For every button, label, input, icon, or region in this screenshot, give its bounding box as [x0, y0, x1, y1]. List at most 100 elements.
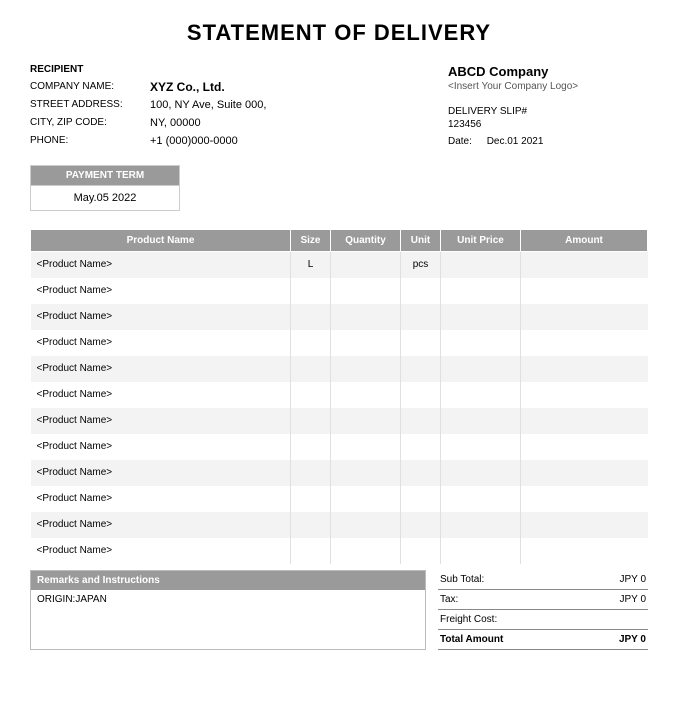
amount-cell [521, 538, 648, 564]
product-name-cell: <Product Name> [31, 356, 291, 382]
phone-label: PHONE: [30, 133, 150, 149]
unit-price-cell [441, 304, 521, 330]
products-table: Product Name Size Quantity Unit Unit Pri… [30, 229, 648, 564]
product-name-cell: <Product Name> [31, 408, 291, 434]
bottom-section: Remarks and Instructions ORIGIN:JAPAN Su… [30, 570, 648, 650]
table-row: <Product Name> [31, 382, 648, 408]
size-cell: L [291, 252, 331, 278]
unit-cell [401, 512, 441, 538]
total-amount-value: JPY 0 [619, 634, 646, 645]
amount-cell [521, 434, 648, 460]
date-value: Dec.01 2021 [487, 136, 544, 147]
unit-price-cell [441, 252, 521, 278]
totals-block: Sub Total: JPY 0 Tax: JPY 0 Freight Cost… [438, 570, 648, 650]
subtotal-value: JPY 0 [620, 574, 647, 585]
amount-cell [521, 486, 648, 512]
unit-cell [401, 278, 441, 304]
unit-price-cell [441, 356, 521, 382]
product-name-cell: <Product Name> [31, 512, 291, 538]
quantity-cell [331, 304, 401, 330]
col-size: Size [291, 230, 331, 252]
date-label: Date: [448, 136, 472, 147]
unit-cell [401, 356, 441, 382]
quantity-cell [331, 460, 401, 486]
size-cell [291, 512, 331, 538]
col-quantity: Quantity [331, 230, 401, 252]
remarks-box: Remarks and Instructions ORIGIN:JAPAN [30, 570, 426, 650]
unit-price-cell [441, 278, 521, 304]
unit-cell [401, 538, 441, 564]
table-row: <Product Name> [31, 356, 648, 382]
quantity-cell [331, 538, 401, 564]
payment-term-box: PAYMENT TERM May.05 2022 [30, 165, 180, 211]
quantity-cell [331, 382, 401, 408]
unit-price-cell [441, 408, 521, 434]
quantity-cell [331, 278, 401, 304]
product-name-cell: <Product Name> [31, 538, 291, 564]
unit-cell [401, 434, 441, 460]
quantity-cell [331, 486, 401, 512]
quantity-cell [331, 512, 401, 538]
unit-price-cell [441, 382, 521, 408]
recipient-section-label: RECIPIENT [30, 64, 448, 75]
street-address-value: 100, NY Ave, Suite 000, [150, 97, 266, 113]
unit-cell [401, 460, 441, 486]
freight-label: Freight Cost: [440, 614, 497, 625]
document-title: STATEMENT OF DELIVERY [30, 20, 648, 46]
table-row: <Product Name> [31, 278, 648, 304]
unit-price-cell [441, 460, 521, 486]
header-section: RECIPIENT COMPANY NAME: XYZ Co., Ltd. ST… [30, 64, 648, 151]
product-name-cell: <Product Name> [31, 460, 291, 486]
table-row: <Product Name> [31, 434, 648, 460]
table-row: <Product Name> [31, 330, 648, 356]
size-cell [291, 538, 331, 564]
table-row: <Product Name> [31, 408, 648, 434]
amount-cell [521, 460, 648, 486]
payment-term-value: May.05 2022 [30, 186, 180, 211]
unit-cell: pcs [401, 252, 441, 278]
product-name-cell: <Product Name> [31, 486, 291, 512]
amount-cell [521, 330, 648, 356]
table-row: <Product Name> [31, 538, 648, 564]
city-zip-value: NY, 00000 [150, 115, 201, 131]
sender-company-block: ABCD Company <Insert Your Company Logo> … [448, 64, 648, 151]
unit-cell [401, 304, 441, 330]
table-row: <Product Name>Lpcs [31, 252, 648, 278]
amount-cell [521, 356, 648, 382]
payment-term-header: PAYMENT TERM [30, 165, 180, 186]
table-row: <Product Name> [31, 486, 648, 512]
col-amount: Amount [521, 230, 648, 252]
remarks-body: ORIGIN:JAPAN [31, 590, 425, 644]
product-name-cell: <Product Name> [31, 278, 291, 304]
unit-cell [401, 330, 441, 356]
col-unit: Unit [401, 230, 441, 252]
product-name-cell: <Product Name> [31, 330, 291, 356]
amount-cell [521, 512, 648, 538]
city-zip-label: CITY, ZIP CODE: [30, 115, 150, 131]
amount-cell [521, 252, 648, 278]
size-cell [291, 278, 331, 304]
amount-cell [521, 382, 648, 408]
unit-price-cell [441, 538, 521, 564]
quantity-cell [331, 252, 401, 278]
size-cell [291, 304, 331, 330]
phone-value: +1 (000)000-0000 [150, 133, 238, 149]
unit-price-cell [441, 512, 521, 538]
unit-price-cell [441, 330, 521, 356]
unit-cell [401, 486, 441, 512]
unit-price-cell [441, 486, 521, 512]
company-name-label: COMPANY NAME: [30, 79, 150, 95]
street-address-label: STREET ADDRESS: [30, 97, 150, 113]
amount-cell [521, 278, 648, 304]
tax-value: JPY 0 [620, 594, 647, 605]
size-cell [291, 434, 331, 460]
sender-company-name: ABCD Company [448, 64, 648, 79]
company-name-value: XYZ Co., Ltd. [150, 79, 225, 95]
quantity-cell [331, 356, 401, 382]
table-row: <Product Name> [31, 512, 648, 538]
product-name-cell: <Product Name> [31, 252, 291, 278]
quantity-cell [331, 434, 401, 460]
quantity-cell [331, 330, 401, 356]
recipient-block: RECIPIENT COMPANY NAME: XYZ Co., Ltd. ST… [30, 64, 448, 151]
product-name-cell: <Product Name> [31, 382, 291, 408]
